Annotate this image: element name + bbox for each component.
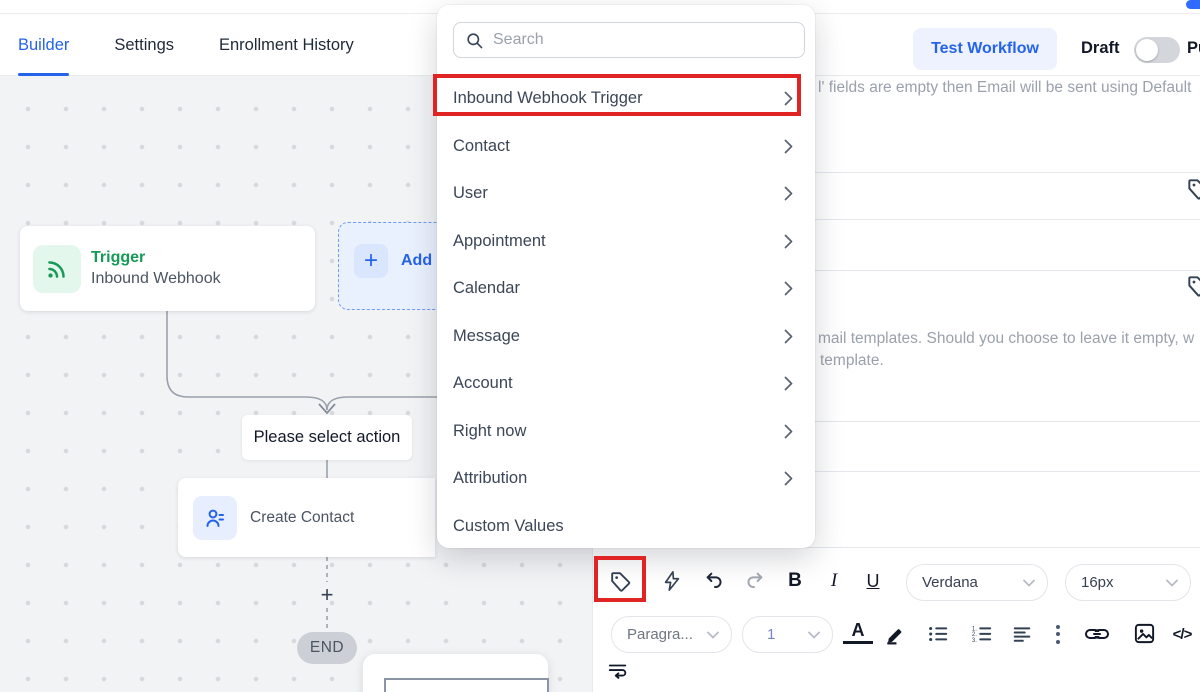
webhook-sample-card xyxy=(363,654,548,692)
menu-item-appointment[interactable]: Appointment xyxy=(437,218,815,266)
chevron-right-icon xyxy=(784,424,793,439)
text-wrap-button[interactable] xyxy=(603,656,633,686)
chevron-right-icon xyxy=(784,329,793,344)
link-button[interactable] xyxy=(1082,619,1112,649)
chevron-right-icon xyxy=(784,376,793,391)
bullet-list-button[interactable] xyxy=(923,619,953,649)
svg-text:3.: 3. xyxy=(972,638,977,644)
chevron-right-icon xyxy=(784,281,793,296)
merge-tag-icon[interactable] xyxy=(1185,273,1200,299)
paragraph-style-value: Paragra... xyxy=(627,626,693,643)
text-color-button[interactable]: A xyxy=(843,620,873,644)
tag-button[interactable] xyxy=(605,566,635,596)
numbered-list-button[interactable]: 1. 2. 3. xyxy=(967,619,997,649)
create-contact-node[interactable]: Create Contact xyxy=(178,478,435,557)
default-email-note: l' fields are empty then Email will be s… xyxy=(818,79,1191,97)
plus-icon: + xyxy=(354,244,388,278)
chevron-down-icon xyxy=(1023,579,1035,587)
font-family-value: Verdana xyxy=(922,574,978,591)
bold-button[interactable]: B xyxy=(780,566,810,596)
chevron-right-icon xyxy=(784,234,793,249)
add-button-label: Add xyxy=(401,252,432,270)
top-right-blue-button-edge xyxy=(1186,0,1200,9)
trigger-node-title: Trigger xyxy=(91,249,221,267)
trigger-node[interactable]: Trigger Inbound Webhook xyxy=(20,226,315,311)
workflow-builder-app: Trigger Inbound Webhook + Add Please sel… xyxy=(0,0,1200,692)
menu-item-message[interactable]: Message xyxy=(437,313,815,361)
menu-item-list: Inbound Webhook Trigger Contact User App… xyxy=(437,75,815,550)
add-trigger-button[interactable]: + Add xyxy=(338,222,450,310)
draft-label: Draft xyxy=(1081,39,1120,58)
contact-person-icon xyxy=(193,496,237,540)
font-size-select[interactable]: 16px xyxy=(1065,564,1191,601)
code-view-button[interactable]: </> xyxy=(1167,619,1197,649)
tab-enrollment-history[interactable]: Enrollment History xyxy=(219,14,354,76)
line-height-value: 1 xyxy=(767,626,775,643)
chevron-down-icon xyxy=(1166,579,1178,587)
toggle-knob xyxy=(1136,39,1158,61)
menu-item-user[interactable]: User xyxy=(437,170,815,218)
redo-button[interactable] xyxy=(739,566,769,596)
test-workflow-button[interactable]: Test Workflow xyxy=(913,28,1057,70)
menu-item-calendar[interactable]: Calendar xyxy=(437,265,815,313)
more-options-kebab-button[interactable] xyxy=(1043,619,1073,649)
actions-dropdown-menu: Inbound Webhook Trigger Contact User App… xyxy=(437,5,815,548)
end-badge: END xyxy=(297,632,357,664)
chevron-right-icon xyxy=(784,186,793,201)
menu-item-attribution[interactable]: Attribution xyxy=(437,455,815,503)
add-step-plus-button[interactable]: + xyxy=(316,584,338,606)
highlighter-button[interactable] xyxy=(881,619,911,649)
trigger-node-subtitle: Inbound Webhook xyxy=(91,270,221,288)
search-input[interactable] xyxy=(493,31,773,49)
chevron-right-icon xyxy=(784,471,793,486)
kebab-icon xyxy=(1056,625,1060,644)
font-family-select[interactable]: Verdana xyxy=(906,564,1048,601)
underline-button[interactable]: U xyxy=(858,566,888,596)
publish-label-partial: Pu xyxy=(1187,39,1200,58)
search-icon xyxy=(465,31,484,50)
merge-tag-icon[interactable] xyxy=(1185,176,1200,202)
chevron-down-icon xyxy=(707,631,719,639)
workflow-tabs: Builder Settings Enrollment History xyxy=(18,14,354,76)
image-button[interactable] xyxy=(1129,618,1159,648)
template-note-line2: template. xyxy=(820,350,1194,372)
tab-builder[interactable]: Builder xyxy=(18,14,69,76)
paragraph-style-select[interactable]: Paragra... xyxy=(611,616,732,653)
menu-item-contact[interactable]: Contact xyxy=(437,123,815,171)
menu-item-account[interactable]: Account xyxy=(437,360,815,408)
chevron-down-icon xyxy=(808,631,820,639)
line-height-select[interactable]: 1 xyxy=(742,616,833,653)
sample-field-box xyxy=(384,678,549,692)
menu-item-right-now[interactable]: Right now xyxy=(437,408,815,456)
menu-item-inbound-webhook-trigger[interactable]: Inbound Webhook Trigger xyxy=(437,75,815,123)
menu-search-box[interactable] xyxy=(453,22,805,58)
webhook-icon xyxy=(33,245,81,293)
italic-button[interactable]: I xyxy=(819,566,849,596)
menu-item-custom-values[interactable]: Custom Values xyxy=(437,503,815,551)
publish-toggle[interactable] xyxy=(1134,37,1180,63)
chevron-right-icon xyxy=(784,91,793,106)
tab-settings[interactable]: Settings xyxy=(114,14,174,76)
lightning-button[interactable] xyxy=(657,566,687,596)
undo-button[interactable] xyxy=(700,566,730,596)
font-size-value: 16px xyxy=(1081,574,1114,591)
chevron-right-icon xyxy=(784,139,793,154)
create-contact-label: Create Contact xyxy=(250,509,354,527)
align-button[interactable] xyxy=(1007,619,1037,649)
action-prompt-label: Please select action xyxy=(242,415,412,460)
template-note-line1: mail templates. Should you choose to lea… xyxy=(818,328,1194,350)
